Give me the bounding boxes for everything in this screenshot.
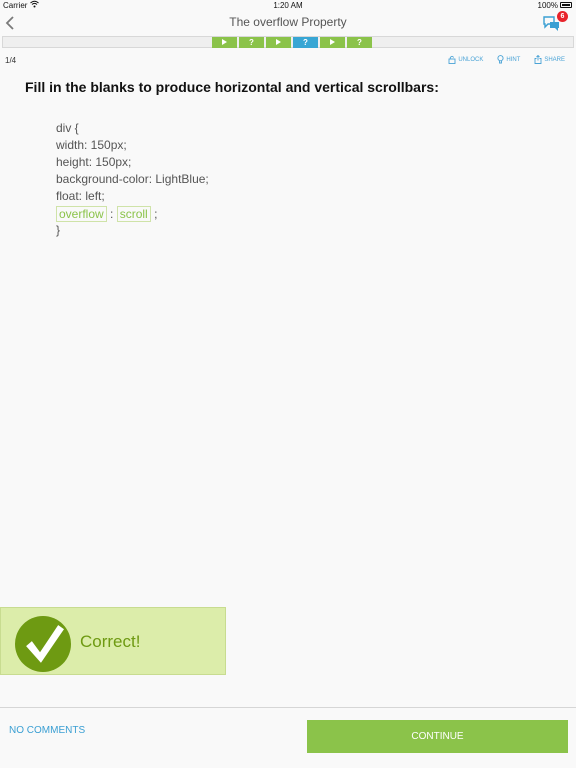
result-label: Correct!: [80, 632, 141, 651]
battery-icon: [560, 2, 572, 8]
progress-step-quiz[interactable]: ?: [347, 37, 372, 48]
notification-badge: 6: [557, 11, 568, 22]
progress-step-lesson[interactable]: [320, 37, 345, 48]
code-line: width: 150px;: [56, 138, 127, 152]
share-label: SHARE: [544, 56, 565, 63]
share-icon: [534, 55, 542, 64]
progress-step-lesson[interactable]: [212, 37, 237, 48]
comments-link[interactable]: NO COMMENTS: [9, 725, 85, 736]
code-line: }: [56, 223, 61, 237]
unlock-label: UNLOCK: [458, 56, 484, 63]
code-semicolon: ;: [154, 207, 158, 221]
unlock-button[interactable]: UNLOCK: [448, 55, 483, 64]
battery-percent: 100%: [537, 1, 558, 10]
question-counter: 1/4: [5, 56, 17, 65]
status-bar: Carrier 1:20 AM 100%: [0, 0, 576, 11]
action-bar: UNLOCK HINT SHARE: [448, 55, 565, 64]
hint-button[interactable]: HINT: [497, 55, 520, 64]
result-banner: Correct!: [0, 607, 226, 675]
progress-step-quiz[interactable]: ?: [239, 37, 264, 48]
lightbulb-icon: [497, 55, 504, 64]
lock-icon: [448, 55, 456, 64]
nav-bar: The overflow Property 6: [0, 11, 576, 35]
page-title: The overflow Property: [229, 15, 347, 29]
blank-value-field[interactable]: scroll: [116, 206, 151, 222]
code-colon: :: [110, 207, 114, 221]
question-text: Fill in the blanks to produce horizontal…: [25, 79, 439, 95]
code-line: height: 150px;: [56, 155, 132, 169]
play-icon: [276, 39, 281, 46]
play-icon: [222, 39, 227, 46]
share-button[interactable]: SHARE: [534, 55, 565, 64]
status-time: 1:20 AM: [273, 1, 303, 10]
play-icon: [330, 39, 335, 46]
code-block: div { width: 150px; height: 150px; backg…: [56, 120, 209, 239]
comments-button[interactable]: 6: [542, 11, 568, 33]
hint-label: HINT: [506, 56, 521, 63]
code-line: float: left;: [56, 189, 105, 203]
progress-step-lesson[interactable]: [266, 37, 291, 48]
code-line: background-color: LightBlue;: [56, 172, 209, 186]
blank-property-field[interactable]: overflow: [56, 206, 107, 222]
checkmark-icon: [15, 616, 71, 672]
code-line-blanks: overflow : scroll ;: [56, 205, 209, 222]
progress-steps: ? ? ?: [212, 37, 372, 48]
continue-button[interactable]: CONTINUE: [307, 720, 568, 753]
progress-step-quiz-current[interactable]: ?: [293, 37, 318, 48]
bottom-bar: NO COMMENTS CONTINUE: [0, 707, 576, 768]
code-line: div {: [56, 121, 79, 135]
